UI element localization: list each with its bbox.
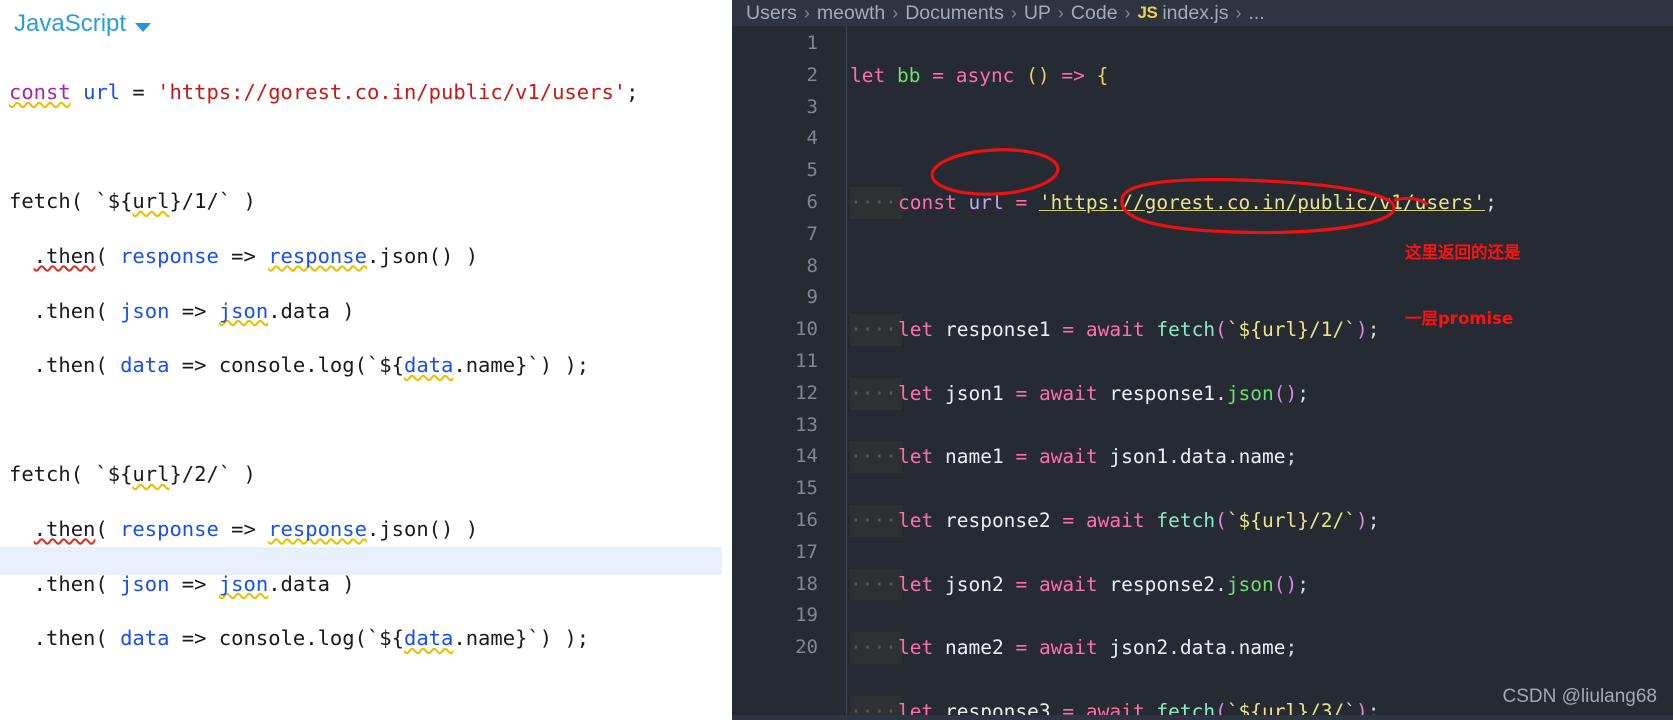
code-line: fetch( `${url}/2/` ) [9, 462, 256, 487]
line-number: 11 [795, 349, 818, 372]
code-row: ····const url = 'https://gorest.co.in/pu… [850, 186, 1673, 219]
breadcrumb-item-meowth[interactable]: meowth [817, 2, 885, 25]
line-number: 20 [795, 636, 818, 659]
language-label[interactable]: JavaScript [14, 10, 126, 38]
code-row-blank [850, 251, 1673, 283]
line-number: 6 [806, 190, 818, 213]
breadcrumb-item-filename[interactable]: index.js [1162, 2, 1228, 25]
breadcrumb-separator-icon: › [803, 2, 810, 23]
line-number: 9 [806, 286, 818, 309]
code-line: fetch( `${url}/1/` ) [9, 189, 256, 214]
code-line: .then( response => response.json() ) [33, 244, 479, 269]
text-cursor [568, 533, 582, 541]
line-number: 14 [795, 445, 818, 468]
line-number: 18 [795, 572, 818, 595]
breadcrumb-item-users[interactable]: Users [746, 2, 797, 25]
line-number: 8 [806, 254, 818, 277]
code-row: ····let response1 = await fetch(`${url}/… [850, 314, 1673, 346]
fold-rail [846, 26, 847, 720]
breadcrumb: Users › meowth › Documents › UP › Code ›… [732, 0, 1673, 26]
code-row: let bb = async () => { [850, 63, 1109, 87]
watermark: CSDN @liulang68 [1502, 686, 1657, 707]
line-number: 15 [795, 477, 818, 500]
breadcrumb-item-code[interactable]: Code [1071, 2, 1118, 25]
annotation-text-line1: 这里返回的还是 [1405, 243, 1521, 262]
code-row: ····let name1 = await json1.data.name; [850, 441, 1673, 474]
line-number: 17 [795, 540, 818, 563]
breadcrumb-overflow[interactable]: ... [1248, 2, 1264, 25]
line-number: 7 [806, 222, 818, 245]
annotation-text-line2: 一层promise [1405, 309, 1514, 328]
code-editor[interactable]: 1 2 3 4 5 6 7 8 9 10 11 12 13 14 15 16 1… [732, 26, 1673, 720]
line-number: 13 [795, 413, 818, 436]
line-number: 3 [806, 95, 818, 118]
code-row: ····let response2 = await fetch(`${url}/… [850, 504, 1673, 537]
code-row: ····let json1 = await response1.json(); [850, 377, 1673, 410]
code-line: .then( json => json.data ) [9, 298, 355, 323]
line-number: 10 [795, 318, 818, 341]
left-source-code[interactable]: const url = 'https://gorest.co.in/public… [0, 48, 722, 720]
line-number: 1 [806, 32, 818, 54]
left-code-pane: JavaScript const url = 'https://gorest.c… [0, 0, 722, 720]
code-line: .then( response => response.json() ) [33, 517, 479, 542]
line-number: 2 [806, 63, 818, 86]
code-row-blank [850, 123, 1673, 155]
editor-source-code[interactable]: let bb = async () => { ····const url = '… [850, 26, 1673, 720]
editor-bottom-strip [732, 715, 1673, 720]
breadcrumb-item-up[interactable]: UP [1024, 2, 1051, 25]
breadcrumb-separator-icon: › [1235, 2, 1242, 23]
line-number: 4 [806, 127, 818, 150]
code-line: .then( data => console.log(`${data.name}… [9, 353, 590, 378]
code-line: const url = 'https://gorest.co.in/public… [9, 80, 639, 105]
breadcrumb-item-documents[interactable]: Documents [905, 2, 1004, 25]
code-row: ····let name2 = await json2.data.name; [850, 632, 1673, 664]
breadcrumb-separator-icon: › [892, 2, 899, 23]
chevron-down-icon[interactable] [135, 22, 152, 32]
breadcrumb-separator-icon: › [1124, 2, 1131, 23]
language-selector-bar: JavaScript [0, 0, 722, 48]
breadcrumb-separator-icon: › [1010, 2, 1017, 23]
line-number: 19 [795, 604, 818, 627]
line-number: 12 [795, 381, 818, 404]
right-editor-pane: Users › meowth › Documents › UP › Code ›… [722, 0, 1673, 720]
annotation-text: 这里返回的还是 一层promise [1405, 198, 1521, 374]
active-line-highlight [0, 547, 722, 575]
code-row: ····let json2 = await response2.json(); [850, 568, 1673, 601]
screenshot-root: JavaScript const url = 'https://gorest.c… [0, 0, 1673, 720]
line-number-gutter: 1 2 3 4 5 6 7 8 9 10 11 12 13 14 15 16 1… [732, 26, 842, 720]
line-number: 16 [795, 508, 818, 531]
breadcrumb-separator-icon: › [1057, 2, 1064, 23]
code-line: .then( data => console.log(`${data.name}… [9, 626, 590, 651]
javascript-file-icon: JS [1137, 3, 1158, 22]
pane-divider [722, 0, 732, 720]
line-number: 5 [806, 159, 818, 182]
